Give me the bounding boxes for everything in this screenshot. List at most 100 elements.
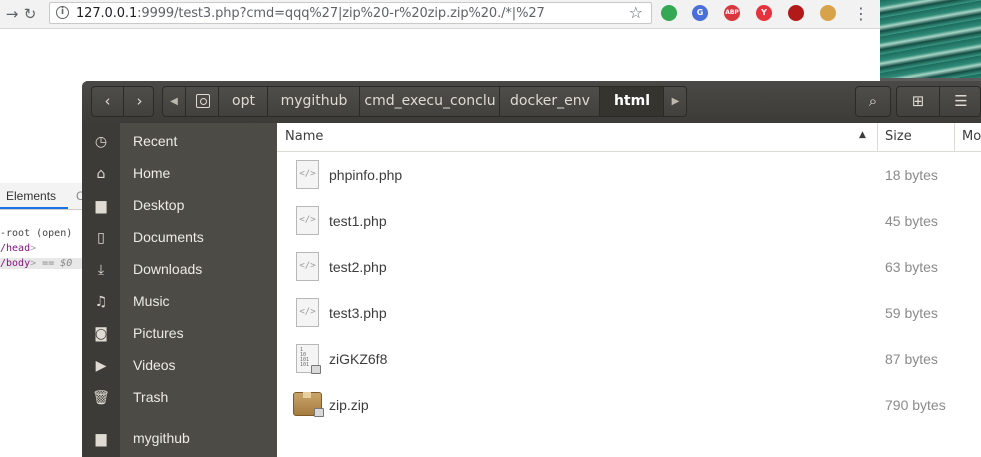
file-name: phpinfo.php bbox=[329, 167, 403, 183]
sidebar-item-mygithub[interactable]: ▆ mygithub bbox=[82, 423, 277, 455]
url-text[interactable]: 127.0.0.1:9999/test3.php?cmd=qqq%27|zip%… bbox=[76, 6, 545, 21]
dom-node-body[interactable]: /body> == $0 bbox=[0, 258, 82, 269]
file-row[interactable]: zip.zip 790 bytes bbox=[277, 384, 981, 430]
translate-extension-icon[interactable]: G bbox=[692, 5, 708, 21]
file-size: 63 bytes bbox=[885, 259, 938, 275]
column-header-modified[interactable]: Mo bbox=[962, 129, 981, 144]
browser-menu-icon[interactable]: ⋮ bbox=[853, 4, 869, 24]
active-tab-indicator bbox=[0, 207, 68, 209]
column-divider[interactable] bbox=[954, 123, 955, 151]
search-icon: ⌕ bbox=[868, 92, 878, 110]
view-buttons: ⊞ ☰ bbox=[896, 86, 981, 117]
file-name: zip.zip bbox=[329, 397, 369, 413]
menu-button[interactable]: ☰ bbox=[939, 87, 981, 116]
dom-node-shadow-root[interactable]: -root (open) bbox=[0, 228, 72, 239]
search-button[interactable]: ⌕ bbox=[856, 87, 890, 116]
sidebar-item-downloads[interactable]: ⤓ Downloads bbox=[82, 254, 277, 286]
breadcrumb-root[interactable] bbox=[185, 87, 219, 116]
column-divider[interactable] bbox=[877, 123, 878, 151]
sidebar-item-trash[interactable]: 🗑︎ Trash bbox=[82, 382, 277, 414]
forward-arrow-icon[interactable]: → bbox=[2, 4, 22, 24]
column-header-row: Name ▲ Size Mo bbox=[277, 123, 981, 152]
breadcrumb-html[interactable]: html bbox=[599, 87, 664, 116]
column-header-size[interactable]: Size bbox=[885, 129, 912, 144]
trash-icon: 🗑︎ bbox=[92, 390, 110, 406]
green-circle-extension-icon[interactable] bbox=[661, 5, 677, 21]
breadcrumb-scroll-left-icon[interactable]: ◀ bbox=[163, 87, 185, 116]
chevron-left-icon: ‹ bbox=[104, 92, 111, 110]
breadcrumb-cmd-execu-conclu[interactable]: cmd_execu_conclu bbox=[359, 87, 500, 116]
sidebar-item-recent[interactable]: ◷ Recent bbox=[82, 126, 277, 158]
back-button[interactable]: ‹ bbox=[92, 87, 123, 116]
devtools-tabs: Elements C bbox=[0, 183, 85, 210]
lock-icon bbox=[314, 408, 324, 417]
sidebar-item-home[interactable]: ⌂ Home bbox=[82, 158, 277, 190]
column-header-name[interactable]: Name bbox=[285, 129, 323, 144]
sidebar-item-label: Videos bbox=[133, 357, 176, 373]
home-icon: ⌂ bbox=[96, 166, 106, 182]
background-window-image bbox=[880, 0, 981, 78]
sidebar-item-documents[interactable]: ▯ Documents bbox=[82, 222, 277, 254]
file-name: test3.php bbox=[329, 305, 387, 321]
hamburger-menu-icon: ☰ bbox=[954, 92, 968, 110]
lock-icon bbox=[311, 365, 321, 374]
music-note-icon: ♫ bbox=[94, 294, 108, 310]
file-size: 59 bytes bbox=[885, 305, 938, 321]
dom-node-head[interactable]: /head> bbox=[0, 243, 36, 254]
sidebar-item-videos[interactable]: ▶ Videos bbox=[82, 350, 277, 382]
file-row[interactable]: </> test3.php 59 bytes bbox=[277, 292, 981, 338]
sidebar-item-label: Music bbox=[133, 293, 170, 309]
file-name: ziGKZ6f8 bbox=[329, 351, 388, 367]
file-size: 790 bytes bbox=[885, 397, 946, 413]
bookmark-star-icon[interactable]: ☆ bbox=[629, 3, 643, 22]
forward-button[interactable]: › bbox=[123, 87, 155, 116]
sidebar-item-label: Documents bbox=[133, 229, 204, 245]
sidebar-item-music[interactable]: ♫ Music bbox=[82, 286, 277, 318]
code-file-icon: </> bbox=[296, 206, 319, 235]
breadcrumb-opt[interactable]: opt bbox=[218, 87, 268, 116]
file-row[interactable]: </> phpinfo.php 18 bytes bbox=[277, 154, 981, 200]
tab-elements[interactable]: Elements bbox=[6, 189, 56, 203]
code-file-icon: </> bbox=[296, 298, 319, 327]
red-shield-extension-icon[interactable]: Y bbox=[756, 5, 772, 21]
history-buttons: ‹ › bbox=[91, 86, 154, 117]
file-list-view: Name ▲ Size Mo </> phpinfo.php 18 bytes … bbox=[277, 123, 981, 457]
binary-file-icon: 1 10 101 101 bbox=[296, 344, 321, 374]
places-sidebar: ◷ Recent ⌂ Home ▆ Desktop ▯ Documents ⤓ … bbox=[82, 123, 277, 457]
selected-node-marker: == $0 bbox=[42, 258, 73, 269]
sidebar-item-label: Pictures bbox=[133, 325, 184, 341]
breadcrumb: ◀ opt mygithub cmd_execu_conclu docker_e… bbox=[162, 86, 687, 117]
file-manager-headerbar: ‹ › ◀ opt mygithub cmd_execu_conclu dock… bbox=[82, 81, 981, 123]
url-host: 127.0.0.1 bbox=[76, 6, 138, 21]
file-size: 45 bytes bbox=[885, 213, 938, 229]
cookie-extension-icon[interactable] bbox=[820, 5, 836, 21]
file-size: 87 bytes bbox=[885, 351, 938, 367]
sidebar-item-desktop[interactable]: ▆ Desktop bbox=[82, 190, 277, 222]
file-row[interactable]: </> test1.php 45 bytes bbox=[277, 200, 981, 246]
document-icon: ▯ bbox=[97, 230, 105, 246]
breadcrumb-docker-env[interactable]: docker_env bbox=[499, 87, 600, 116]
dom-node-text: -root (open) bbox=[0, 228, 73, 239]
file-row[interactable]: </> test2.php 63 bytes bbox=[277, 246, 981, 292]
breadcrumb-mygithub[interactable]: mygithub bbox=[267, 87, 360, 116]
dom-bracket: > bbox=[30, 258, 37, 269]
site-info-icon[interactable]: i bbox=[56, 6, 69, 19]
browser-toolbar: → ↻ i 127.0.0.1:9999/test3.php?cmd=qqq%2… bbox=[0, 0, 880, 29]
desktop-folder-icon: ▆ bbox=[95, 198, 107, 214]
devtools-panel: Elements C -root (open) /head> /body> ==… bbox=[0, 183, 85, 457]
sidebar-item-label: Recent bbox=[133, 133, 178, 149]
archive-icon bbox=[293, 392, 324, 417]
chevron-right-icon: › bbox=[136, 92, 143, 110]
adblock-extension-icon[interactable]: ABP bbox=[724, 5, 740, 21]
file-row[interactable]: 1 10 101 101 ziGKZ6f8 87 bytes bbox=[277, 338, 981, 384]
sidebar-item-label: Desktop bbox=[133, 197, 185, 213]
reload-icon[interactable]: ↻ bbox=[20, 4, 40, 24]
grid-icon: ⊞ bbox=[911, 92, 925, 110]
address-bar[interactable]: i 127.0.0.1:9999/test3.php?cmd=qqq%27|zi… bbox=[49, 2, 652, 24]
grid-view-button[interactable]: ⊞ bbox=[897, 87, 939, 116]
sidebar-item-pictures[interactable]: ◙ Pictures bbox=[82, 318, 277, 350]
folder-icon: ▆ bbox=[95, 431, 107, 447]
breadcrumb-scroll-right-icon[interactable]: ▶ bbox=[663, 87, 687, 116]
drive-icon bbox=[196, 94, 210, 108]
spider-extension-icon[interactable] bbox=[788, 5, 804, 21]
